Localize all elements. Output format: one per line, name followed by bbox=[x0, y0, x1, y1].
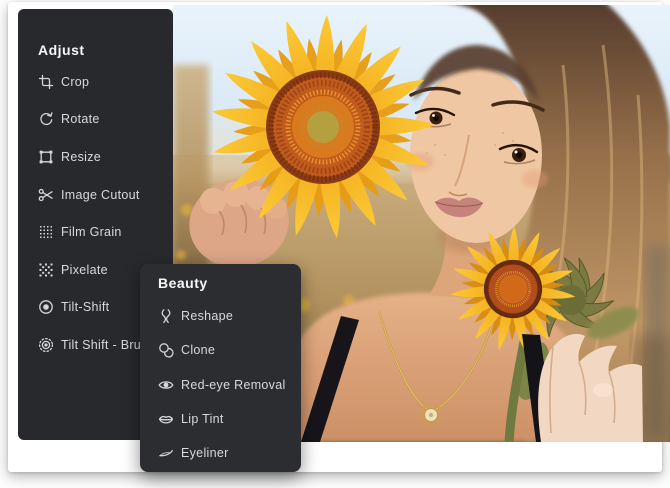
menu-item-label: Crop bbox=[61, 75, 89, 89]
image-cutout-icon bbox=[38, 187, 54, 203]
menu-item-label: Tilt-Shift bbox=[61, 300, 109, 314]
lip-tint-icon bbox=[158, 411, 174, 427]
crop-icon bbox=[38, 74, 54, 90]
adjust-panel-title: Adjust bbox=[38, 41, 173, 59]
tilt-shift-brush-icon bbox=[38, 337, 54, 353]
menu-item-label: Film Grain bbox=[61, 225, 122, 239]
red-eye-removal-icon bbox=[158, 377, 174, 393]
beauty-panel: Beauty Reshape Clone Red-eye Removal bbox=[140, 264, 301, 472]
beauty-menu-list: Reshape Clone Red-eye Removal Lip Tint bbox=[158, 299, 301, 470]
menu-item-label: Red-eye Removal bbox=[181, 378, 286, 392]
menu-item-label: Resize bbox=[61, 150, 101, 164]
menu-item-label: Pixelate bbox=[61, 263, 108, 277]
beauty-panel-title: Beauty bbox=[158, 274, 301, 292]
reshape-icon bbox=[158, 308, 174, 324]
tilt-shift-icon bbox=[38, 299, 54, 315]
menu-item-image-cutout[interactable]: Image Cutout bbox=[38, 176, 173, 214]
menu-item-resize[interactable]: Resize bbox=[38, 138, 173, 176]
menu-item-label: Rotate bbox=[61, 112, 100, 126]
menu-item-lip-tint[interactable]: Lip Tint bbox=[158, 402, 301, 436]
menu-item-label: Eyeliner bbox=[181, 446, 229, 460]
menu-item-label: Clone bbox=[181, 343, 215, 357]
menu-item-rotate[interactable]: Rotate bbox=[38, 101, 173, 139]
menu-item-label: Lip Tint bbox=[181, 412, 224, 426]
menu-item-clone[interactable]: Clone bbox=[158, 333, 301, 367]
menu-item-label: Tilt Shift - Brus bbox=[61, 338, 148, 352]
menu-item-label: Image Cutout bbox=[61, 188, 140, 202]
menu-item-reshape[interactable]: Reshape bbox=[158, 299, 301, 333]
resize-icon bbox=[38, 149, 54, 165]
menu-item-crop[interactable]: Crop bbox=[38, 63, 173, 101]
film-grain-icon bbox=[38, 224, 54, 240]
clone-icon bbox=[158, 342, 174, 358]
menu-item-film-grain[interactable]: Film Grain bbox=[38, 213, 173, 251]
menu-item-eyeliner[interactable]: Eyeliner bbox=[158, 436, 301, 470]
rotate-icon bbox=[38, 111, 54, 127]
pixelate-icon bbox=[38, 262, 54, 278]
menu-item-red-eye-removal[interactable]: Red-eye Removal bbox=[158, 368, 301, 402]
menu-item-label: Reshape bbox=[181, 309, 233, 323]
eyeliner-icon bbox=[158, 445, 174, 461]
editor-canvas: Adjust Crop Rotate Resiz bbox=[8, 2, 662, 472]
